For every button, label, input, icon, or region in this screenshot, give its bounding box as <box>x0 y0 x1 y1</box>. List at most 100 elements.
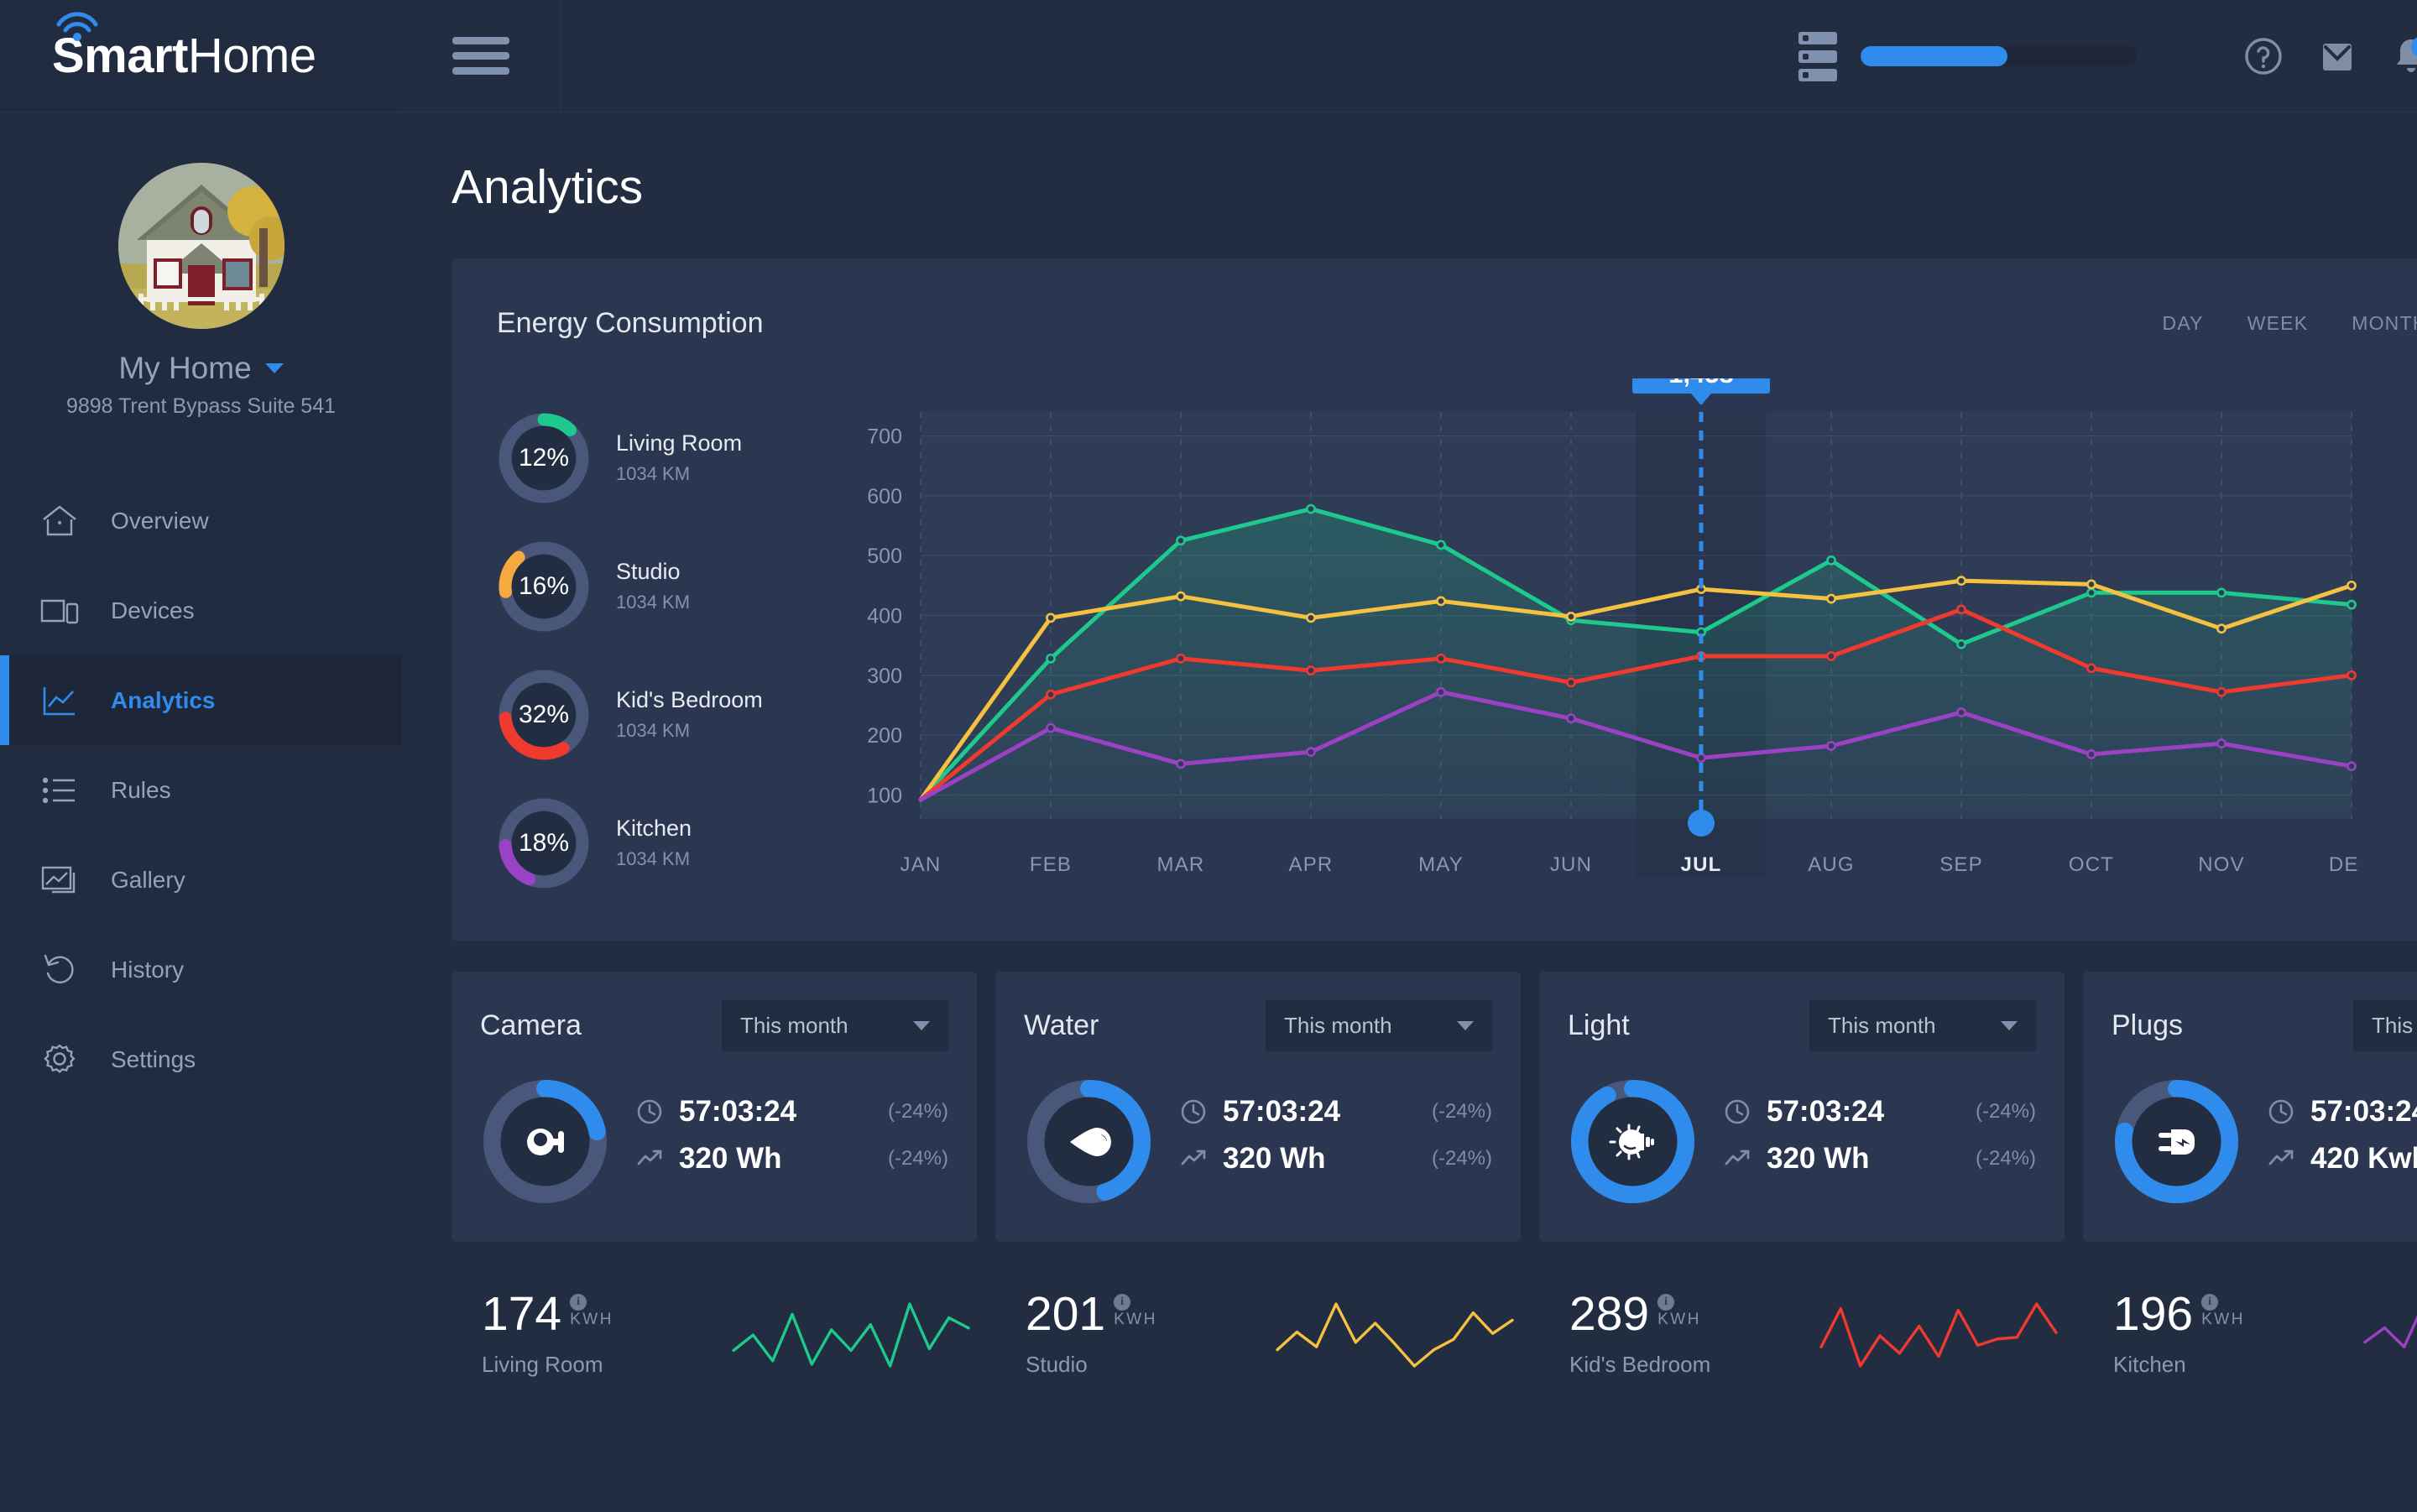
svg-text:FEB: FEB <box>1030 853 1072 876</box>
sparkline-unit: KWH <box>2201 1311 2245 1328</box>
info-icon[interactable]: i <box>1657 1294 1675 1311</box>
svg-text:JUN: JUN <box>1550 853 1592 876</box>
room-ring-item[interactable]: 16% Studio 1034 KM <box>497 522 841 650</box>
svg-text:1,458: 1,458 <box>1668 378 1734 388</box>
sparkline-item-kitchen: 196 i KWH Kitchen <box>2083 1290 2417 1378</box>
room-name: Studio <box>616 559 681 584</box>
device-donut <box>480 1077 610 1207</box>
room-info: Kitchen 1034 KM <box>616 816 692 870</box>
brand-logo[interactable]: SmartHome <box>0 0 402 112</box>
sidebar-item-label: Gallery <box>111 866 185 893</box>
info-icon[interactable]: i <box>2201 1294 2219 1311</box>
range-tabs: DAY WEEK MONTH YEAR <box>2141 297 2417 350</box>
room-ring-legend: 12% Living Room 1034 KM 16% Studio 1034 … <box>497 378 841 907</box>
storage-progress-bar[interactable] <box>1861 46 2138 66</box>
device-card-body: 57:03:24 (-24%) 320 Wh (-24%) <box>1568 1077 2036 1207</box>
energy-line-chart[interactable]: 100 200 300 400 500 600 700 JAN FEB MAR APR MAY JUN J… <box>841 378 2417 907</box>
help-circle-icon[interactable] <box>2226 19 2300 93</box>
sparkline-room: Living Room <box>482 1352 603 1377</box>
period-select[interactable]: This month <box>722 1000 948 1051</box>
server-storage-icon[interactable] <box>1798 31 1838 81</box>
svg-text:400: 400 <box>867 605 902 628</box>
device-time-row: 57:03:24 (-24%) <box>635 1095 948 1129</box>
room-ring-item[interactable]: 32% Kid's Bedroom 1034 KM <box>497 650 841 779</box>
tab-week[interactable]: WEEK <box>2226 299 2331 348</box>
sparkline-item-kids-bedroom: 289 i KWH Kid's Bedroom <box>1539 1290 2065 1378</box>
donut-chart: 12% <box>497 411 591 505</box>
period-select[interactable]: This month <box>2353 1000 2417 1051</box>
sparkline-unit: KWH <box>1657 1311 1701 1328</box>
main-content: Username Analytics Energy Consumption DA… <box>402 0 2417 1512</box>
room-ring-item[interactable]: 12% Living Room 1034 KM <box>497 394 841 522</box>
svg-text:100: 100 <box>867 784 902 807</box>
info-icon[interactable]: i <box>570 1294 587 1311</box>
svg-text:JAN: JAN <box>901 853 942 876</box>
page-header: Analytics <box>402 112 2417 215</box>
app-root: SmartHome My Home 9898 Trent Bypass Suit… <box>0 0 2417 1512</box>
info-icon[interactable]: i <box>1114 1294 1131 1311</box>
mail-icon[interactable] <box>2300 19 2374 93</box>
period-select[interactable]: This month <box>1809 1000 2036 1051</box>
device-energy: 320 Wh <box>679 1141 782 1175</box>
period-value: This month <box>1828 1013 1936 1038</box>
device-card-header: Camera This month <box>480 1000 948 1051</box>
device-time-row: 57:03:24 (-24%) <box>2267 1095 2417 1129</box>
line-chart-icon <box>40 681 79 720</box>
sparkline-room: Kitchen <box>2113 1352 2186 1377</box>
svg-text:200: 200 <box>867 724 902 748</box>
donut-chart: 18% <box>497 796 591 890</box>
sidebar-item-rules[interactable]: Rules <box>0 745 402 835</box>
sidebar-item-devices[interactable]: Devices <box>0 566 402 655</box>
device-card-body: 57:03:24 (-24%) 320 Wh (-24%) <box>480 1077 948 1207</box>
clock-icon <box>1725 1099 1750 1124</box>
device-time: 57:03:24 <box>1767 1094 1885 1128</box>
room-ring-item[interactable]: 18% Kitchen 1034 KM <box>497 779 841 907</box>
sidebar-item-settings[interactable]: Settings <box>0 1014 402 1104</box>
devices-icon <box>40 592 79 630</box>
room-name: Kid's Bedroom <box>616 687 763 712</box>
device-stats: 57:03:24 (-24%) 320 Wh (-24%) <box>1179 1095 1492 1189</box>
bell-icon[interactable] <box>2374 19 2417 93</box>
hamburger-icon[interactable] <box>452 37 509 75</box>
sparkline-labels: 201 i KWH Studio <box>1026 1290 1269 1378</box>
page-title: Analytics <box>452 160 644 214</box>
sidebar-item-overview[interactable]: Overview <box>0 476 402 566</box>
clock-icon <box>637 1099 662 1124</box>
trend-up-icon <box>1181 1150 1206 1165</box>
sparkline-room: Studio <box>1026 1352 1088 1377</box>
home-selector[interactable]: My Home <box>0 351 402 386</box>
device-energy-row: 320 Wh (-24%) <box>635 1142 948 1176</box>
device-time-row: 57:03:24 (-24%) <box>1723 1095 2036 1129</box>
sparkline-unit-group: i KWH <box>1657 1290 1701 1329</box>
sparkline-value-group: 196 i KWH <box>2113 1290 2357 1338</box>
room-info: Studio 1034 KM <box>616 559 690 613</box>
sparkline-unit-group: i KWH <box>570 1290 613 1329</box>
brand-text: SmartHome <box>52 12 316 84</box>
device-stats: 57:03:24 (-24%) 320 Wh (-24%) <box>635 1095 948 1189</box>
wifi-icon <box>56 12 98 41</box>
ring-percent-label: 32% <box>518 700 570 728</box>
device-energy: 320 Wh <box>1223 1141 1326 1175</box>
device-time-delta: (-24%) <box>1975 1099 2036 1123</box>
sidebar-item-label: Rules <box>111 776 171 803</box>
topbar: Username <box>402 0 2417 112</box>
period-select[interactable]: This month <box>1266 1000 1492 1051</box>
camera-icon <box>480 1077 610 1207</box>
device-energy-row: 320 Wh (-24%) <box>1723 1142 2036 1176</box>
sparkline-value-group: 289 i KWH <box>1569 1290 1813 1338</box>
device-stats: 57:03:24 (-24%) 320 Wh (-24%) <box>1723 1095 2036 1189</box>
period-value: This month <box>740 1013 848 1038</box>
sparkline-unit-group: i KWH <box>1114 1290 1157 1329</box>
energy-card-body: 12% Living Room 1034 KM 16% Studio 1034 … <box>452 350 2417 941</box>
sparkline-labels: 289 i KWH Kid's Bedroom <box>1569 1290 1813 1378</box>
sidebar-item-label: Analytics <box>111 686 216 713</box>
sidebar-item-gallery[interactable]: Gallery <box>0 835 402 925</box>
sidebar-item-history[interactable]: History <box>0 925 402 1014</box>
tab-month[interactable]: MONTH <box>2330 299 2417 348</box>
sidebar-item-analytics[interactable]: Analytics <box>0 655 402 745</box>
clock-icon <box>2268 1099 2294 1124</box>
room-info: Living Room 1034 KM <box>616 430 742 485</box>
home-outline-icon <box>40 502 79 540</box>
tab-day[interactable]: DAY <box>2141 299 2226 348</box>
sparkline-chart <box>1276 1302 1514 1368</box>
